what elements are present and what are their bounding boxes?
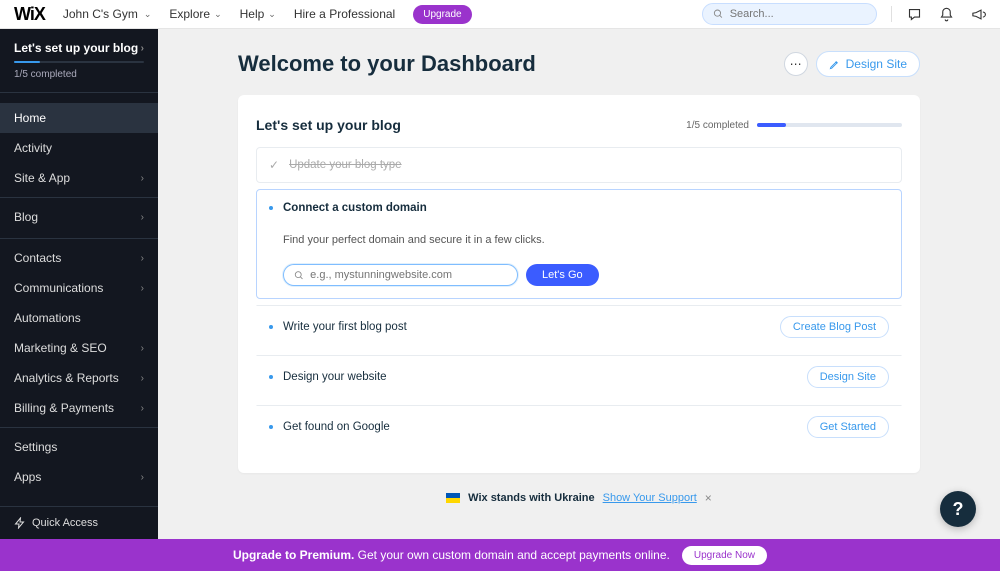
setup-card: Let's set up your blog 1/5 completed ✓ Up… — [238, 95, 920, 473]
wix-logo[interactable]: WiX — [14, 4, 45, 25]
sidebar-item-activity[interactable]: Activity — [0, 133, 158, 163]
search-icon — [294, 270, 304, 281]
chevron-right-icon: › — [141, 472, 144, 483]
step-action-button[interactable]: Design Site — [807, 366, 889, 388]
chevron-right-icon: › — [141, 253, 144, 264]
sidebar-nav: HomeActivitySite & App› Blog› Contacts›Com… — [0, 97, 158, 498]
bullet-icon — [269, 425, 273, 429]
check-icon: ✓ — [269, 158, 279, 172]
chevron-down-icon: ⌄ — [214, 9, 222, 20]
sidebar-progress-text: 1/5 completed — [14, 69, 144, 80]
sidebar-item-analytics-reports[interactable]: Analytics & Reports› — [0, 363, 158, 393]
upgrade-banner: Upgrade to Premium. Get your own custom … — [0, 539, 1000, 571]
ukraine-banner: Wix stands with Ukraine Show Your Suppor… — [238, 491, 920, 505]
chevron-right-icon: › — [141, 43, 144, 54]
help-link[interactable]: Help ⌄ — [240, 7, 276, 21]
step-label: Design your website — [283, 371, 387, 383]
sidebar-item-settings[interactable]: Settings — [0, 432, 158, 462]
ukraine-support-link[interactable]: Show Your Support — [603, 492, 697, 504]
bell-icon[interactable] — [938, 6, 954, 22]
setup-step[interactable]: ✓ Update your blog type — [256, 147, 902, 183]
help-fab[interactable]: ? — [940, 491, 976, 527]
setup-card-title: Let's set up your blog — [256, 117, 401, 133]
chevron-right-icon: › — [141, 343, 144, 354]
sidebar-item-blog[interactable]: Blog› — [0, 202, 158, 232]
chevron-down-icon: ⌄ — [144, 9, 152, 20]
explore-link[interactable]: Explore ⌄ — [169, 7, 221, 21]
sidebar-item-automations[interactable]: Automations — [0, 303, 158, 333]
bullet-icon — [269, 206, 273, 210]
sidebar-setup-card[interactable]: Let's set up your blog › 1/5 completed — [0, 29, 158, 88]
hire-professional-link[interactable]: Hire a Professional — [294, 7, 395, 21]
progress-text: 1/5 completed — [686, 120, 749, 131]
bullet-icon — [269, 375, 273, 379]
sidebar-item-site-app[interactable]: Site & App› — [0, 163, 158, 193]
chat-icon[interactable] — [906, 6, 922, 22]
upgrade-now-button[interactable]: Upgrade Now — [682, 546, 767, 565]
site-switcher[interactable]: John C's Gym ⌄ — [63, 7, 152, 21]
search-field[interactable] — [730, 8, 866, 20]
step-action-button[interactable]: Get Started — [807, 416, 889, 438]
megaphone-icon[interactable] — [970, 6, 986, 22]
topbar: WiX John C's Gym ⌄ Explore ⌄ Help ⌄ Hire… — [0, 0, 1000, 29]
step-label: Update your blog type — [289, 159, 402, 171]
sidebar-item-communications[interactable]: Communications› — [0, 273, 158, 303]
chevron-right-icon: › — [141, 173, 144, 184]
main-content: Welcome to your Dashboard ⋯ Design Site … — [158, 29, 1000, 539]
sidebar-setup-title: Let's set up your blog — [14, 41, 138, 55]
setup-step[interactable]: Get found on Google Get Started — [256, 405, 902, 449]
chevron-right-icon: › — [141, 212, 144, 223]
step-action-button[interactable]: Create Blog Post — [780, 316, 889, 338]
more-menu-button[interactable]: ⋯ — [784, 52, 808, 76]
ukraine-flag-icon — [446, 493, 460, 503]
sidebar-item-marketing-seo[interactable]: Marketing & SEO› — [0, 333, 158, 363]
sidebar-progress-bar — [14, 61, 144, 63]
setup-progress: 1/5 completed — [686, 120, 902, 131]
step-label: Get found on Google — [283, 421, 390, 433]
top-icon-group — [891, 6, 986, 22]
page-title: Welcome to your Dashboard — [238, 51, 536, 77]
close-icon[interactable]: × — [705, 491, 712, 505]
bullet-icon — [269, 325, 273, 329]
step-label: Write your first blog post — [283, 321, 407, 333]
bolt-icon — [14, 517, 26, 529]
sidebar-item-home[interactable]: Home — [0, 103, 158, 133]
page-header: Welcome to your Dashboard ⋯ Design Site — [238, 51, 920, 77]
chevron-right-icon: › — [141, 373, 144, 384]
chevron-down-icon: ⌄ — [268, 9, 276, 20]
upgrade-button[interactable]: Upgrade — [413, 5, 471, 24]
search-input[interactable] — [702, 3, 877, 25]
sidebar-item-billing-payments[interactable]: Billing & Payments› — [0, 393, 158, 423]
setup-step: Connect a custom domain Find your perfect… — [256, 189, 902, 299]
domain-field[interactable] — [310, 269, 507, 281]
lets-go-button[interactable]: Let's Go — [526, 264, 599, 286]
chevron-right-icon: › — [141, 403, 144, 414]
chevron-right-icon: › — [141, 283, 144, 294]
quick-access-button[interactable]: Quick Access — [0, 506, 158, 539]
sidebar: Let's set up your blog › 1/5 completed H… — [0, 29, 158, 539]
setup-step[interactable]: Design your website Design Site — [256, 355, 902, 399]
progress-bar — [757, 123, 902, 127]
design-site-button[interactable]: Design Site — [816, 51, 920, 77]
step-label: Connect a custom domain — [283, 202, 427, 214]
setup-step[interactable]: Write your first blog post Create Blog Po… — [256, 305, 902, 349]
step-description: Find your perfect domain and secure it i… — [269, 234, 889, 246]
pencil-icon — [829, 59, 840, 70]
sidebar-item-apps[interactable]: Apps› — [0, 462, 158, 492]
domain-input[interactable] — [283, 264, 518, 286]
search-icon — [713, 8, 724, 20]
site-name: John C's Gym — [63, 7, 138, 21]
sidebar-item-contacts[interactable]: Contacts› — [0, 243, 158, 273]
